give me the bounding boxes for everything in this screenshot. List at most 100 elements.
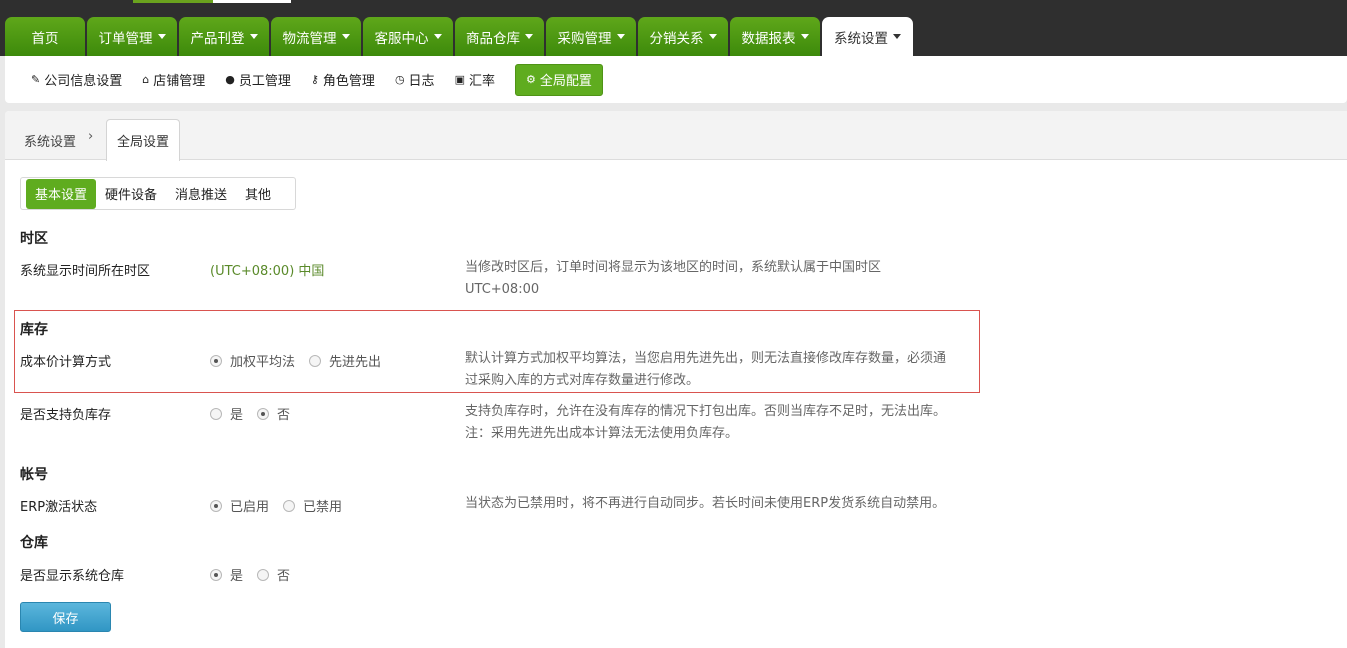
tab-label: 消息推送 xyxy=(175,188,228,203)
top-header: 首页 订单管理 产品刊登 物流管理 客服中心 商品仓库 采购管理 分销关系 数据… xyxy=(0,0,1347,56)
option-label: 否 xyxy=(277,408,291,423)
cost-option-fifo[interactable]: 先进先出 xyxy=(309,351,381,370)
cost-method-description: 默认计算方式加权平均算法，当您启用先进先出，则无法直接修改库存数量，必须通 过采… xyxy=(465,348,985,392)
nav-tab-warehouse[interactable]: 商品仓库 xyxy=(455,17,544,56)
section-title-inventory: 库存 xyxy=(20,322,48,338)
tab-other[interactable]: 其他 xyxy=(236,179,280,209)
caret-down-icon xyxy=(249,34,258,39)
edit-icon: ✎ xyxy=(31,73,41,86)
settings-tabs: 基本设置 硬件设备 消息推送 其他 xyxy=(20,177,296,210)
tab-label: 硬件设备 xyxy=(105,188,158,203)
nav-tab-home[interactable]: 首页 xyxy=(5,17,85,56)
nav-tab-settings[interactable]: 系统设置 xyxy=(822,17,913,56)
caret-down-icon xyxy=(616,34,625,39)
subnav-company-info[interactable]: ✎ 公司信息设置 xyxy=(31,70,122,89)
subnav-global-config[interactable]: ⚙ 全局配置 xyxy=(514,63,603,96)
desc-line: 默认计算方式加权平均算法，当您启用先进先出，则无法直接修改库存数量，必须通 xyxy=(465,351,947,366)
radio-unchecked[interactable] xyxy=(283,499,296,512)
chevron-right-icon: › xyxy=(88,129,94,144)
tab-hardware[interactable]: 硬件设备 xyxy=(96,179,166,209)
subnav-exchange-rate[interactable]: ▣ 汇率 xyxy=(455,70,495,89)
desc-line: UTC+08:00 xyxy=(465,282,540,297)
header-accent-white xyxy=(213,0,291,3)
money-icon: ▣ xyxy=(454,73,465,86)
option-label: 否 xyxy=(277,569,291,584)
tab-basic-settings[interactable]: 基本设置 xyxy=(26,178,97,209)
radio-unchecked[interactable] xyxy=(210,407,222,420)
radio-unchecked[interactable] xyxy=(309,354,322,367)
cost-method-label: 成本价计算方式 xyxy=(20,355,112,370)
header-accent-green xyxy=(133,0,213,3)
subnav-label: 汇率 xyxy=(468,74,495,89)
nav-tab-orders[interactable]: 订单管理 xyxy=(87,17,177,56)
subnav-label: 员工管理 xyxy=(238,74,291,89)
subnav-label: 日志 xyxy=(408,74,435,89)
caret-down-icon xyxy=(341,34,350,39)
nav-tab-label: 首页 xyxy=(31,30,59,47)
section-title-account: 帐号 xyxy=(20,467,48,483)
nav-tab-logistics[interactable]: 物流管理 xyxy=(271,17,361,56)
cost-option-weighted-average[interactable]: 加权平均法 xyxy=(210,351,295,370)
section-title-warehouse: 仓库 xyxy=(20,535,48,551)
key-icon: ⚷ xyxy=(310,73,319,86)
erp-option-disabled[interactable]: 已禁用 xyxy=(283,496,342,515)
warehouse-option-no[interactable]: 否 xyxy=(257,565,290,584)
caret-down-icon xyxy=(708,34,717,39)
nav-tab-reports[interactable]: 数据报表 xyxy=(730,17,820,56)
gear-icon: ⚙ xyxy=(525,73,536,86)
subnav-label: 全局配置 xyxy=(539,74,592,89)
caret-down-icon xyxy=(157,34,166,39)
option-label: 是 xyxy=(230,408,244,423)
show-warehouse-options: 是 否 xyxy=(210,565,304,584)
radio-checked[interactable] xyxy=(210,568,222,581)
nav-tab-label: 采购管理 xyxy=(557,30,612,47)
option-label: 已禁用 xyxy=(303,500,343,515)
nav-tab-label: 系统设置 xyxy=(834,30,888,47)
breadcrumb-current: 全局设置 xyxy=(116,135,169,150)
section-title-timezone: 时区 xyxy=(20,231,48,247)
warehouse-option-yes[interactable]: 是 xyxy=(210,565,243,584)
user-icon: ● xyxy=(225,73,235,86)
subnav-label: 公司信息设置 xyxy=(44,74,123,89)
nav-tab-purchase[interactable]: 采购管理 xyxy=(546,17,636,56)
nav-tab-service[interactable]: 客服中心 xyxy=(363,17,453,56)
nav-tab-listing[interactable]: 产品刊登 xyxy=(179,17,269,56)
cost-method-options: 加权平均法 先进先出 xyxy=(210,351,395,370)
breadcrumb: 系统设置 › 全局设置 xyxy=(5,111,1347,161)
caret-down-icon xyxy=(893,34,901,39)
radio-checked[interactable] xyxy=(210,354,222,367)
subnav-role-management[interactable]: ⚷ 角色管理 xyxy=(311,70,375,89)
negative-stock-label: 是否支持负库存 xyxy=(20,408,112,423)
subnav-label: 店铺管理 xyxy=(153,74,206,89)
radio-checked[interactable] xyxy=(210,499,222,512)
clock-icon: ◷ xyxy=(394,73,405,86)
subnav-staff-management[interactable]: ● 员工管理 xyxy=(225,70,291,89)
caret-down-icon xyxy=(433,34,442,39)
caret-down-icon xyxy=(800,34,809,39)
breadcrumb-parent[interactable]: 系统设置 xyxy=(24,131,76,150)
subnav-label: 角色管理 xyxy=(322,74,375,89)
main-nav: 首页 订单管理 产品刊登 物流管理 客服中心 商品仓库 采购管理 分销关系 数据… xyxy=(5,17,915,56)
radio-unchecked[interactable] xyxy=(257,568,270,581)
tab-label: 其他 xyxy=(245,188,272,203)
desc-line: 过采购入库的方式对库存数量进行修改。 xyxy=(465,373,700,388)
radio-checked[interactable] xyxy=(257,407,270,420)
show-warehouse-label: 是否显示系统仓库 xyxy=(20,569,125,584)
timezone-description: 当修改时区后，订单时间将显示为该地区的时间，系统默认属于中国时区 UTC+08:… xyxy=(465,257,985,301)
tab-message-push[interactable]: 消息推送 xyxy=(166,179,236,209)
option-label: 是 xyxy=(230,569,244,584)
erp-status-label: ERP激活状态 xyxy=(20,500,98,515)
subnav-log[interactable]: ◷ 日志 xyxy=(395,70,435,89)
negative-stock-options: 是 否 xyxy=(210,404,304,423)
save-button[interactable]: 保存 xyxy=(20,602,111,632)
nav-tab-distribution[interactable]: 分销关系 xyxy=(638,17,728,56)
negative-option-yes[interactable]: 是 xyxy=(210,404,243,423)
nav-tab-label: 物流管理 xyxy=(282,30,337,47)
negative-option-no[interactable]: 否 xyxy=(257,404,290,423)
option-label: 已启用 xyxy=(230,500,270,515)
erp-option-enabled[interactable]: 已启用 xyxy=(210,496,269,515)
breadcrumb-current-tab[interactable]: 全局设置 xyxy=(106,119,180,161)
nav-tab-label: 订单管理 xyxy=(98,30,153,47)
subnav-store-management[interactable]: ⌂ 店铺管理 xyxy=(142,70,205,89)
desc-line: 当修改时区后，订单时间将显示为该地区的时间，系统默认属于中国时区 xyxy=(465,260,882,275)
